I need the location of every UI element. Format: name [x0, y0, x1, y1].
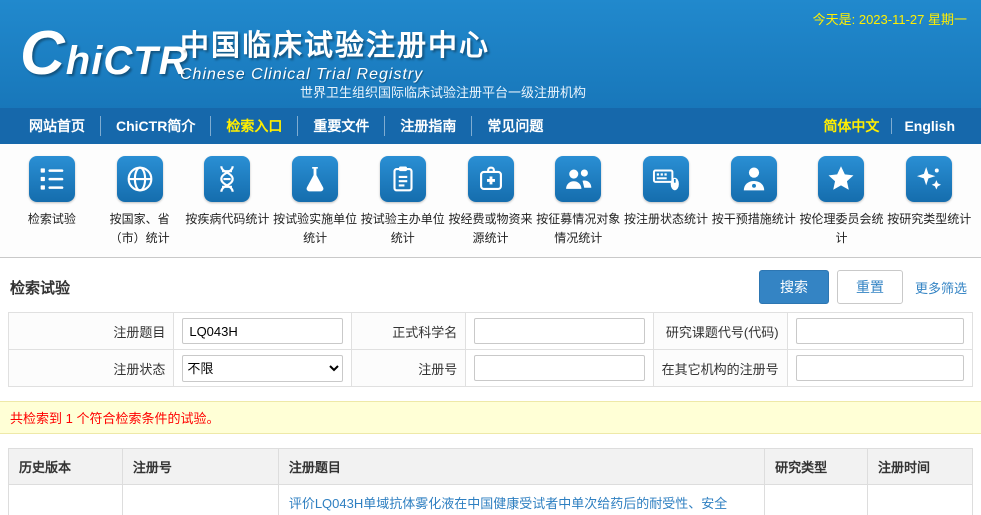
today-date: 今天是: 2023-11-27 星期一	[813, 9, 967, 28]
people-icon	[555, 156, 601, 202]
result-count-notice: 共检索到 1 个符合检索条件的试验。	[0, 401, 981, 434]
toolbar-item-label: 按试验实施单位统计	[271, 210, 359, 248]
toolbar-item-label: 按干预措施统计	[710, 210, 798, 229]
toolbar-item-label: 检索试验	[8, 210, 96, 229]
lang-english[interactable]: English	[891, 118, 967, 134]
search-actions: 搜索 重置 更多筛选	[759, 270, 971, 304]
star-icon	[818, 156, 864, 202]
toolbar-item-label: 按注册状态统计	[622, 210, 710, 229]
clipboard-icon	[380, 156, 426, 202]
project-code-input[interactable]	[796, 318, 964, 344]
toolbar-item-label: 按征募情况对象情况统计	[534, 210, 622, 248]
site-title-block: 中国临床试验注册中心 Chinese Clinical Trial Regist…	[180, 22, 490, 84]
nav-item-about[interactable]: ChiCTR简介	[100, 116, 210, 136]
toolbar-item-label: 按疾病代码统计	[183, 210, 271, 229]
other-reg-input[interactable]	[796, 355, 964, 381]
table-row: 历史版本 ChiCTR2300069500 评价LQ043H单域抗体雾化液在中国…	[9, 485, 973, 515]
toolbar-item-by-study-type[interactable]: 按研究类型统计	[885, 156, 973, 249]
toolbar-item-label: 按经费或物资来源统计	[447, 210, 535, 248]
toolbar-item-by-registration-status[interactable]: 按注册状态统计	[622, 156, 710, 249]
nav-items: 网站首页 ChiCTR简介 检索入口 重要文件 注册指南 常见问题	[14, 116, 558, 136]
col-study-type: 研究类型	[765, 449, 868, 485]
results-header-row: 历史版本 注册号 注册题目 研究类型 注册时间	[9, 449, 973, 485]
project-code-label: 研究课题代号(代码)	[653, 313, 787, 350]
nav-item-faq[interactable]: 常见问题	[471, 116, 558, 136]
main-nav: 网站首页 ChiCTR简介 检索入口 重要文件 注册指南 常见问题 简体中文 E…	[0, 108, 981, 144]
sparkles-icon	[906, 156, 952, 202]
statistics-toolbar: 检索试验 按国家、省（市）统计 按疾病代码统计 按试验实施单位统计 按试验主办单…	[0, 144, 981, 258]
col-history-version: 历史版本	[9, 449, 123, 485]
chictr-logo[interactable]: ChiCTR	[20, 18, 189, 89]
toolbar-item-by-funding-source[interactable]: 按经费或物资来源统计	[447, 156, 535, 249]
toolbar-item-label: 按国家、省（市）统计	[96, 210, 184, 248]
language-switcher: 简体中文 English	[811, 116, 967, 136]
col-reg-title: 注册题目	[278, 449, 764, 485]
search-section-title: 检索试验	[10, 277, 70, 298]
trial-title-link[interactable]: 评价LQ043H单域抗体雾化液在中国健康受试者中单次给药后的耐受性、安全性、..…	[289, 493, 754, 515]
doctor-icon	[731, 156, 777, 202]
nav-item-search-entry[interactable]: 检索入口	[210, 116, 297, 136]
reset-button[interactable]: 重置	[837, 270, 903, 304]
reg-number-input[interactable]	[474, 355, 644, 381]
scientific-name-label: 正式科学名	[351, 313, 465, 350]
study-type-cell: 干预性研究	[765, 485, 868, 515]
results-table: 历史版本 注册号 注册题目 研究类型 注册时间 历史版本 ChiCTR23000…	[8, 448, 973, 515]
site-header: 今天是: 2023-11-27 星期一 ChiCTR 中国临床试验注册中心 Ch…	[0, 0, 981, 108]
list-123-icon	[29, 156, 75, 202]
toolbar-item-label: 按研究类型统计	[885, 210, 973, 229]
other-reg-label: 在其它机构的注册号	[653, 350, 787, 387]
medkit-icon	[468, 156, 514, 202]
site-title-cn: 中国临床试验注册中心	[180, 22, 490, 64]
nav-item-guide[interactable]: 注册指南	[384, 116, 471, 136]
nav-item-documents[interactable]: 重要文件	[297, 116, 384, 136]
reg-status-label: 注册状态	[9, 350, 174, 387]
toolbar-item-by-sponsor-unit[interactable]: 按试验主办单位统计	[359, 156, 447, 249]
reg-number-label: 注册号	[351, 350, 465, 387]
globe-icon	[117, 156, 163, 202]
flask-icon	[292, 156, 338, 202]
col-reg-number: 注册号	[122, 449, 278, 485]
search-form: 注册题目 正式科学名 研究课题代号(代码) 注册状态 不限 注册号 在其它机构的…	[8, 312, 973, 387]
toolbar-item-by-disease-code[interactable]: 按疾病代码统计	[183, 156, 271, 249]
reg-status-select[interactable]: 不限	[182, 355, 342, 382]
reg-title-label: 注册题目	[9, 313, 174, 350]
col-reg-date: 注册时间	[868, 449, 973, 485]
scientific-name-input[interactable]	[474, 318, 644, 344]
site-subtitle: 世界卫生组织国际临床试验注册平台一级注册机构	[300, 82, 586, 101]
toolbar-item-label: 按伦理委员会统计	[798, 210, 886, 248]
reg-date-cell: 2023/03/20	[868, 485, 973, 515]
reg-number-cell: ChiCTR2300069500	[122, 485, 278, 515]
more-filters-link[interactable]: 更多筛选	[911, 278, 971, 297]
keyboard-mouse-icon	[643, 156, 689, 202]
toolbar-item-by-country[interactable]: 按国家、省（市）统计	[96, 156, 184, 249]
toolbar-item-by-intervention[interactable]: 按干预措施统计	[710, 156, 798, 249]
search-section-header: 检索试验 搜索 重置 更多筛选	[0, 258, 981, 312]
dna-icon	[204, 156, 250, 202]
toolbar-item-by-implementing-unit[interactable]: 按试验实施单位统计	[271, 156, 359, 249]
toolbar-item-by-ethics-committee[interactable]: 按伦理委员会统计	[798, 156, 886, 249]
lang-simplified-chinese[interactable]: 简体中文	[811, 116, 891, 136]
search-button[interactable]: 搜索	[759, 270, 829, 304]
toolbar-item-by-recruitment-status[interactable]: 按征募情况对象情况统计	[534, 156, 622, 249]
reg-title-input[interactable]	[182, 318, 342, 344]
nav-item-home[interactable]: 网站首页	[14, 116, 100, 136]
toolbar-item-label: 按试验主办单位统计	[359, 210, 447, 248]
toolbar-item-search-trials[interactable]: 检索试验	[8, 156, 96, 249]
